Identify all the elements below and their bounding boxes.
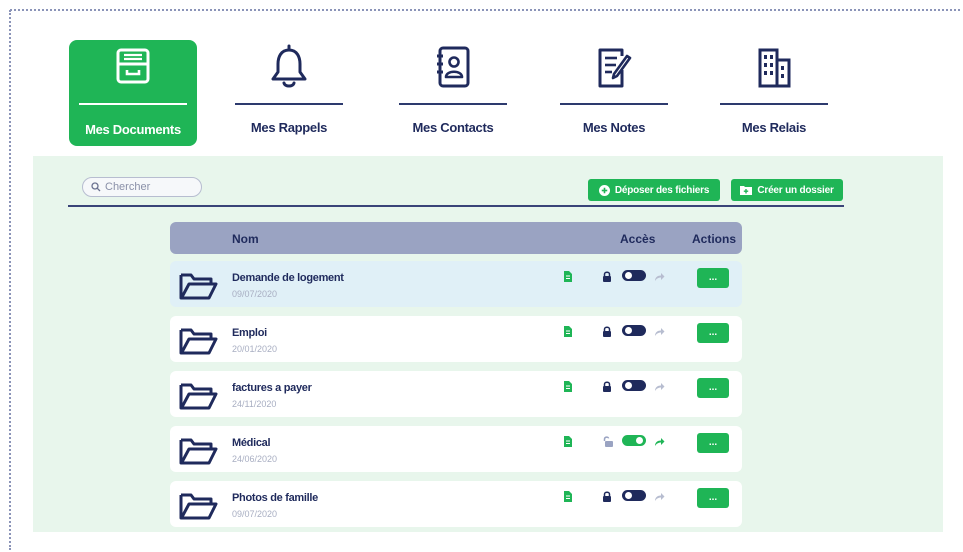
access-toggle[interactable] xyxy=(622,380,646,391)
share-icon[interactable] xyxy=(654,379,665,397)
file-icon[interactable] xyxy=(564,434,572,452)
folder-name: Emploi xyxy=(232,327,267,339)
share-icon[interactable] xyxy=(654,324,665,342)
search-box[interactable] xyxy=(82,177,202,197)
access-toggle[interactable] xyxy=(622,270,646,281)
share-icon[interactable] xyxy=(654,434,665,452)
folder-icon xyxy=(178,436,218,471)
tab-label: Mes Documents xyxy=(85,122,181,137)
dotted-border-left xyxy=(9,10,11,550)
search-input[interactable] xyxy=(101,181,195,193)
column-name: Nom xyxy=(232,232,259,246)
tab-underline xyxy=(235,103,343,105)
search-icon xyxy=(91,182,101,192)
table-row[interactable]: Médical 24/06/2020... xyxy=(170,426,742,472)
folder-icon xyxy=(178,381,218,416)
table-row[interactable]: Photos de famille 09/07/2020... xyxy=(170,481,742,527)
toggle-knob xyxy=(625,492,632,499)
folder-date: 09/07/2020 xyxy=(232,509,278,519)
tab-notes[interactable]: Mes Notes xyxy=(550,40,678,146)
row-actions-button[interactable]: ... xyxy=(697,323,729,343)
dotted-border-top xyxy=(10,9,960,11)
folder-icon xyxy=(178,491,218,526)
table-row[interactable]: Emploi 20/01/2020... xyxy=(170,316,742,362)
table-row[interactable]: factures a payer 24/11/2020... xyxy=(170,371,742,417)
toggle-knob xyxy=(636,437,643,444)
toolbar-divider xyxy=(68,205,844,207)
folder-date: 09/07/2020 xyxy=(232,289,278,299)
plus-circle-icon xyxy=(598,184,610,196)
file-icon[interactable] xyxy=(564,324,572,342)
tab-reminders[interactable]: Mes Rappels xyxy=(225,40,353,146)
tab-label: Mes Notes xyxy=(582,120,646,135)
tab-underline xyxy=(720,103,828,105)
folder-plus-icon xyxy=(740,186,753,195)
row-actions-button[interactable]: ... xyxy=(697,433,729,453)
table-row[interactable]: Demande de logement 09/07/2020... xyxy=(170,261,742,307)
folder-date: 24/11/2020 xyxy=(232,399,277,409)
lock-icon xyxy=(602,489,612,507)
table-header: Nom Accès Actions xyxy=(170,222,742,254)
create-folder-button[interactable]: Créer un dossier xyxy=(731,179,843,201)
file-icon[interactable] xyxy=(564,379,572,397)
row-actions-button[interactable]: ... xyxy=(697,488,729,508)
documents-page: Mes Documents Mes Rappels Mes Contacts M… xyxy=(0,0,963,552)
share-icon[interactable] xyxy=(654,489,665,507)
folder-date: 24/06/2020 xyxy=(232,454,278,464)
column-access: Accès xyxy=(620,232,656,246)
tab-label: Mes Relais xyxy=(741,120,807,135)
notes-pencil-icon xyxy=(550,44,678,96)
upload-files-label: Déposer des fichiers xyxy=(614,184,710,196)
file-icon[interactable] xyxy=(564,269,572,287)
tab-relays[interactable]: Mes Relais xyxy=(710,40,838,146)
upload-files-button[interactable]: Déposer des fichiers xyxy=(588,179,720,201)
address-book-icon xyxy=(389,44,517,96)
toggle-knob xyxy=(625,272,632,279)
column-actions: Actions xyxy=(692,232,737,246)
folder-icon xyxy=(178,326,218,361)
tab-underline xyxy=(399,103,507,105)
row-actions-button[interactable]: ... xyxy=(697,378,729,398)
tab-underline xyxy=(79,103,187,105)
toggle-knob xyxy=(625,382,632,389)
toggle-knob xyxy=(625,327,632,334)
lock-icon xyxy=(602,379,612,397)
tab-label: Mes Rappels xyxy=(250,120,328,135)
tab-label: Mes Contacts xyxy=(412,120,494,135)
access-toggle[interactable] xyxy=(622,490,646,501)
file-icon[interactable] xyxy=(564,489,572,507)
folder-date: 20/01/2020 xyxy=(232,344,278,354)
folder-name: Demande de logement xyxy=(232,272,344,284)
tab-underline xyxy=(560,103,668,105)
tab-contacts[interactable]: Mes Contacts xyxy=(389,40,517,146)
lock-icon xyxy=(602,269,612,287)
building-icon xyxy=(710,44,838,96)
lock-icon xyxy=(602,324,612,342)
row-actions-button[interactable]: ... xyxy=(697,268,729,288)
unlock-icon xyxy=(602,434,614,452)
folder-name: Photos de famille xyxy=(232,492,318,504)
create-folder-label: Créer un dossier xyxy=(757,184,834,196)
folder-name: Médical xyxy=(232,437,271,449)
folder-icon xyxy=(178,271,218,306)
folder-name: factures a payer xyxy=(232,382,312,394)
bell-icon xyxy=(225,44,353,96)
access-toggle[interactable] xyxy=(622,435,646,446)
access-toggle[interactable] xyxy=(622,325,646,336)
tab-documents[interactable]: Mes Documents xyxy=(69,40,197,146)
share-icon[interactable] xyxy=(654,269,665,287)
document-drawer-icon xyxy=(69,44,197,96)
